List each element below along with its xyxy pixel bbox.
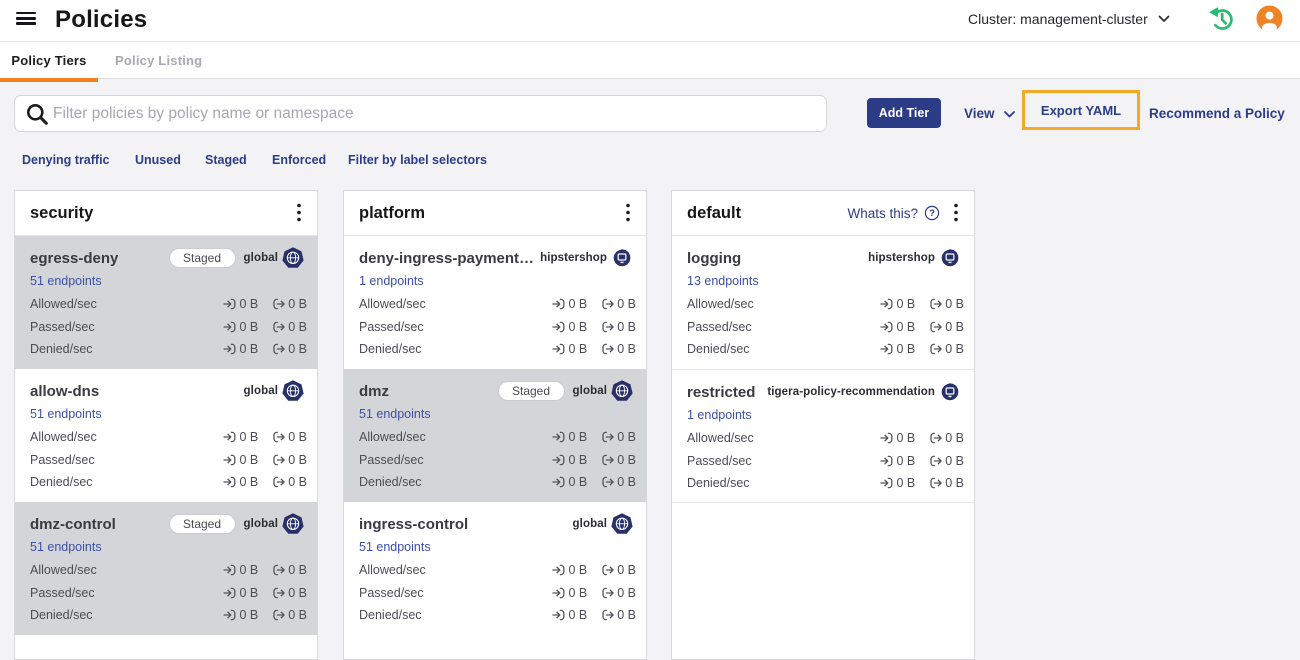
- svg-text:?: ?: [929, 208, 935, 219]
